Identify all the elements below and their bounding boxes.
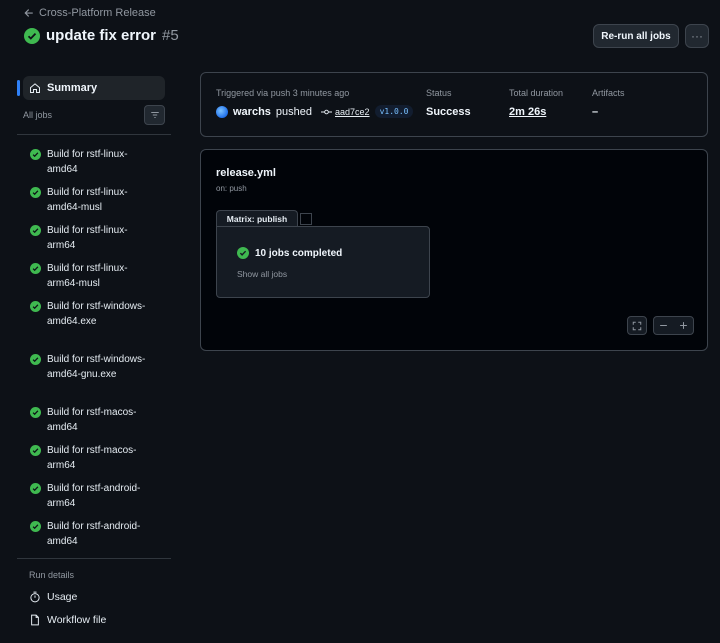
zoom-controls: [653, 316, 694, 335]
sidebar-job-item[interactable]: Build for rstf-linux-amd64: [30, 148, 147, 177]
sidebar-job-item[interactable]: Build for rstf-linux-arm64: [30, 224, 147, 253]
run-summary-card: Triggered via push 3 minutes ago warchs …: [200, 72, 708, 137]
check-circle-icon: [30, 483, 41, 494]
job-label: Build for rstf-linux-arm64: [47, 225, 128, 251]
jobs-completed-label: 10 jobs completed: [255, 247, 343, 259]
sidebar-divider: [17, 134, 171, 135]
workflow-trigger: on: push: [216, 184, 247, 193]
page-title: update fix error: [46, 27, 157, 44]
workflow-graph: release.yml on: push Matrix: publish 10 …: [200, 149, 708, 351]
duration-label: Total duration: [509, 88, 564, 98]
job-label: Build for rstf-macos-amd64: [47, 407, 137, 433]
check-circle-icon: [30, 225, 41, 236]
check-circle-icon: [237, 247, 249, 259]
actor-name[interactable]: warchs: [233, 106, 271, 118]
run-title-row: update fix error #5: [24, 27, 179, 44]
stopwatch-icon: [30, 591, 40, 603]
commit-link[interactable]: aad7ce2: [321, 107, 370, 117]
arrow-left-icon: [24, 9, 33, 17]
trigger-label: Triggered via push 3 minutes ago: [216, 88, 350, 98]
job-label: Build for rstf-linux-amd64-musl: [47, 187, 128, 213]
sidebar-job-item[interactable]: Build for rstf-linux-amd64-musl: [30, 186, 147, 215]
show-all-jobs-link[interactable]: Show all jobs: [237, 269, 287, 279]
sidebar-divider: [17, 558, 171, 559]
job-label: Build for rstf-linux-amd64: [47, 149, 128, 175]
home-icon: [30, 83, 40, 93]
sidebar-job-item[interactable]: Build for rstf-windows-amd64.exe: [30, 300, 147, 329]
artifacts-value: –: [592, 106, 599, 118]
run-header: Cross-Platform Release update fix error …: [0, 0, 720, 60]
status-label: Status: [426, 88, 452, 98]
job-label: Build for rstf-linux-arm64-musl: [47, 263, 128, 289]
trigger-detail: warchs pushed aad7ce2 v1.0.0: [216, 105, 414, 118]
sidebar-item-workflow-file[interactable]: Workflow file: [29, 614, 106, 626]
filter-icon: [150, 112, 159, 118]
sidebar-job-item[interactable]: Build for rstf-android-arm64: [30, 482, 147, 511]
job-label: Build for rstf-windows-amd64-gnu.exe: [47, 354, 146, 380]
run-details-heading: Run details: [29, 570, 75, 580]
artifacts-info: Artifacts –: [592, 88, 625, 118]
check-circle-icon: [30, 187, 41, 198]
sidebar-item-label: Workflow file: [47, 614, 107, 626]
run-number: #5: [162, 27, 179, 44]
check-circle-icon: [30, 407, 41, 418]
duration-info: Total duration 2m 26s: [509, 88, 563, 118]
check-circle-icon: [30, 301, 41, 312]
all-jobs-heading: All jobs: [23, 110, 53, 120]
check-circle-icon: [24, 27, 40, 44]
sidebar-job-item[interactable]: Build for rstf-macos-arm64: [30, 444, 147, 473]
matrix-connector: [300, 213, 312, 225]
sidebar-job-item[interactable]: Build for rstf-linux-arm64-musl: [30, 262, 147, 291]
commit-icon: [321, 109, 333, 114]
tag-badge[interactable]: v1.0.0: [374, 105, 414, 118]
check-circle-icon: [30, 445, 41, 456]
check-circle-icon: [30, 149, 41, 160]
status-value: Success: [426, 106, 471, 118]
status-info: Status Success: [426, 88, 471, 118]
sidebar-job-item[interactable]: Build for rstf-android-amd64: [30, 520, 147, 549]
matrix-job-box[interactable]: 10 jobs completed Show all jobs: [216, 226, 430, 298]
jobs-completed-row: 10 jobs completed: [237, 247, 342, 259]
sidebar-item-label: Summary: [47, 82, 98, 94]
back-link[interactable]: Cross-Platform Release: [24, 7, 156, 19]
avatar[interactable]: [216, 105, 228, 118]
rerun-all-jobs-button[interactable]: Re-run all jobs: [593, 24, 679, 48]
trigger-info: Triggered via push 3 minutes ago warchs …: [216, 88, 414, 118]
sidebar-job-item[interactable]: Build for rstf-macos-amd64: [30, 406, 147, 435]
duration-value[interactable]: 2m 26s: [509, 106, 563, 118]
push-action: pushed: [275, 105, 313, 118]
plus-icon: [679, 322, 687, 329]
job-label: Build for rstf-macos-arm64: [47, 445, 137, 471]
job-label: Build for rstf-android-amd64: [47, 521, 141, 547]
file-icon: [31, 614, 39, 626]
zoom-out-button[interactable]: [654, 317, 674, 334]
workflow-name: release.yml: [216, 167, 276, 179]
fullscreen-icon: [632, 321, 642, 330]
back-link-label[interactable]: Cross-Platform Release: [39, 7, 156, 19]
check-circle-icon: [30, 521, 41, 532]
kebab-icon: ···: [691, 29, 703, 43]
check-circle-icon: [30, 263, 41, 274]
job-label: Build for rstf-windows-amd64.exe: [47, 301, 146, 327]
sidebar-job-item[interactable]: Build for rstf-windows-amd64-gnu.exe: [30, 353, 147, 382]
job-label: Build for rstf-android-arm64: [47, 483, 141, 509]
sidebar-item-usage[interactable]: Usage: [29, 591, 77, 603]
more-options-button[interactable]: ···: [685, 24, 709, 48]
sidebar-item-summary[interactable]: Summary: [23, 76, 165, 100]
zoom-in-button[interactable]: [674, 317, 694, 334]
sidebar-item-label: Usage: [47, 591, 78, 603]
commit-sha[interactable]: aad7ce2: [335, 107, 370, 117]
active-indicator: [17, 80, 20, 96]
fullscreen-button[interactable]: [627, 316, 647, 335]
minus-icon: [660, 324, 668, 327]
artifacts-label: Artifacts: [592, 88, 625, 98]
filter-jobs-button[interactable]: [144, 105, 165, 125]
check-circle-icon: [30, 354, 41, 365]
matrix-tab: Matrix: publish: [216, 210, 298, 227]
